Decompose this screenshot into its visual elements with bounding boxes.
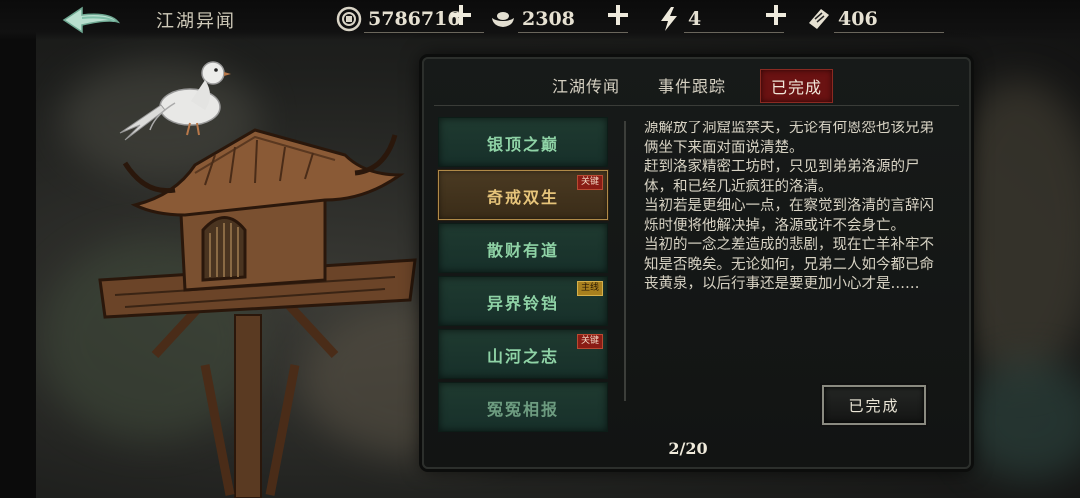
quest-label: 散财有道 (486, 241, 559, 260)
page-title: 江湖异闻 (156, 11, 236, 32)
rumor-panel: 江湖传闻 事件跟踪 已完成 银顶之巅 奇戒双生 关键 散财有道 异界铃铛 主线 … (422, 57, 971, 469)
house-pole (234, 314, 262, 498)
story-scroll-area[interactable]: 源解放了洞窟监禁夫，无论有何恩怨也该兄弟俩坐下来面对面说清楚。 赶到洛家精密工坊… (624, 121, 946, 401)
quest-item[interactable]: 山河之志 关键 (438, 329, 608, 379)
quest-label: 冤冤相报 (486, 400, 559, 419)
quest-item[interactable]: 冤冤相报 (438, 382, 608, 432)
silver-ingot-icon (492, 12, 514, 27)
page-indicator: 2/20 (668, 439, 708, 458)
add-energy-button[interactable] (765, 4, 787, 26)
ticket-icon (809, 9, 829, 29)
add-silver-button[interactable] (607, 4, 629, 26)
quest-label: 银顶之巅 (486, 135, 559, 154)
tab-rumors[interactable]: 江湖传闻 (552, 73, 620, 97)
main-quest-badge: 主线 (576, 281, 603, 296)
add-coin-button[interactable] (450, 4, 472, 26)
pigeon (119, 61, 231, 141)
back-arrow-icon (62, 6, 121, 34)
divider (364, 32, 484, 33)
tab-event-tracking[interactable]: 事件跟踪 (658, 73, 726, 97)
back-button[interactable] (60, 6, 124, 36)
key-quest-badge: 关键 (576, 175, 603, 190)
completed-button[interactable]: 已完成 (822, 385, 926, 425)
quest-item[interactable]: 散财有道 (438, 223, 608, 273)
divider (684, 32, 784, 33)
pigeon-house-illustration (98, 61, 417, 498)
quest-item[interactable]: 银顶之巅 (438, 117, 608, 167)
quest-item[interactable]: 异界铃铛 主线 (438, 276, 608, 326)
energy-bolt-icon (661, 7, 677, 31)
coin-icon (336, 6, 362, 32)
divider (434, 105, 959, 106)
silver-value: 2308 (522, 8, 575, 30)
top-bar: 江湖异闻 5786716 2308 4 406 (0, 0, 1080, 40)
energy-value: 4 (688, 8, 702, 30)
ticket-value: 406 (838, 8, 878, 30)
tab-bar: 江湖传闻 事件跟踪 已完成 (424, 67, 969, 103)
quest-item[interactable]: 奇戒双生 关键 (438, 170, 608, 220)
coin-value: 5786716 (368, 8, 461, 30)
key-quest-badge: 关键 (576, 334, 603, 349)
screen-edge (0, 0, 36, 498)
story-text: 源解放了洞窟监禁夫，无论有何恩怨也该兄弟俩坐下来面对面说清楚。 赶到洛家精密工坊… (644, 121, 934, 292)
divider (834, 32, 944, 33)
tab-completed[interactable]: 已完成 (760, 69, 834, 103)
completed-button-label: 已完成 (848, 397, 900, 415)
divider (518, 32, 628, 33)
background-blur (960, 360, 1080, 480)
